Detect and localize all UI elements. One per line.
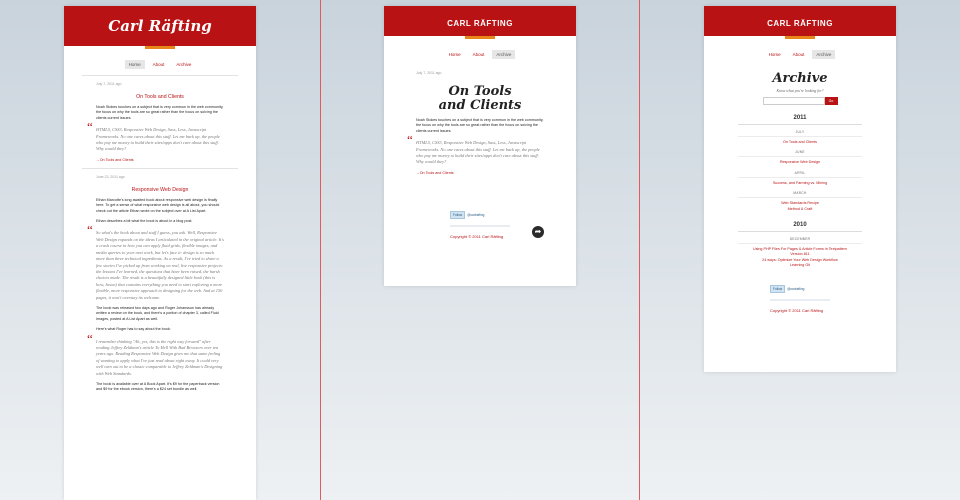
month-divider	[738, 136, 862, 137]
frame-divider	[639, 0, 640, 500]
nav-home[interactable]: Home	[765, 50, 785, 59]
site-title[interactable]: Carl Räfting	[64, 6, 256, 46]
site-title[interactable]: Carl Räfting	[704, 6, 896, 50]
archive-post-link[interactable]: Method & Craft	[704, 207, 896, 212]
archive-post-link[interactable]: Success, and Farming vs. Mining	[704, 181, 896, 186]
share-icon[interactable]: ➦	[532, 226, 544, 238]
twitter-handle[interactable]: @carlrafting	[787, 287, 804, 291]
post-quote: “I remember thinking "Ah, yes, this is t…	[87, 331, 224, 377]
archive-page: Carl Räfting Home About Archive Archive …	[704, 6, 896, 372]
copyright: Copyright © 2011 Carl Räfting	[770, 307, 824, 313]
archive-post-link[interactable]: On Tools and Clients	[704, 140, 896, 145]
post-body: The book was released two days ago and R…	[96, 305, 219, 321]
site-header: Carl Räfting	[704, 6, 896, 39]
twitter-follow-button[interactable]: Follow	[770, 284, 786, 293]
search-go-button[interactable]: Go	[824, 97, 838, 105]
quote-mark-icon: “	[407, 132, 413, 148]
post-source-link[interactable]: →On Tools and Clients	[96, 158, 224, 162]
archive-month: April	[794, 170, 806, 175]
post-title-line: On Tools	[448, 84, 512, 99]
header-accent	[145, 46, 175, 49]
post-body: Here's what Roger has to say about the b…	[96, 327, 171, 332]
quote-mark-icon: “	[87, 119, 93, 135]
year-divider	[738, 124, 862, 125]
nav-archive[interactable]: Archive	[812, 50, 836, 59]
month-divider	[738, 243, 862, 245]
nav-home[interactable]: Home	[124, 60, 145, 69]
nav-about[interactable]: About	[789, 50, 809, 59]
post-date: July 7, 2011 ago	[416, 71, 442, 75]
post-quote: “HTML5, CSS3, Responsive Web Design, Sas…	[87, 120, 224, 153]
quote-mark-icon: “	[87, 222, 93, 238]
twitter-follow: Follow @carlrafting	[770, 284, 896, 293]
article-page: Carl Räfting Home About Archive July 7, …	[384, 6, 576, 286]
month-divider	[738, 156, 862, 158]
footer-divider	[450, 224, 510, 227]
search-form: Go	[704, 97, 896, 105]
nav-home[interactable]: Home	[445, 50, 465, 59]
post-body: Noah Stokes touches on a subject that is…	[96, 105, 224, 120]
archive-post-link[interactable]: Responsive Web Design	[704, 160, 896, 165]
twitter-follow-button[interactable]: Follow	[450, 210, 466, 219]
main-nav: Home About Archive	[64, 60, 256, 69]
footer-divider	[770, 298, 830, 301]
twitter-handle[interactable]: @carlrafting	[467, 213, 484, 217]
copyright: Copyright © 2011 Carl Räfting	[450, 233, 504, 239]
quote-text: So what's the book about and stuff I gue…	[96, 230, 224, 300]
archive-title: Archive	[772, 71, 828, 86]
main-nav: Home About Archive	[704, 50, 896, 59]
post-body: Ethan Marcotte's long awaited book about…	[96, 197, 220, 213]
site-header: Carl Räfting	[384, 6, 576, 39]
header-accent	[465, 36, 495, 39]
frame-divider	[320, 0, 321, 500]
archive-list: 2011 July On Tools and Clients June Responsi…	[704, 115, 896, 269]
nav-divider	[82, 75, 238, 76]
archive-year: 2010	[793, 222, 807, 229]
archive-post-link[interactable]: Learning Git	[704, 263, 896, 268]
post-date: July 7, 2011 ago	[96, 82, 122, 86]
site-header: Carl Räfting	[64, 6, 256, 49]
month-divider	[738, 197, 862, 199]
post-body: Ethan describes a bit what the book is a…	[96, 219, 193, 224]
nav-archive[interactable]: Archive	[172, 60, 195, 69]
post-title-line: and Clients	[438, 98, 522, 113]
twitter-follow: Follow @carlrafting	[450, 210, 576, 219]
archive-subtitle: Know what you're looking for?	[776, 89, 824, 93]
quote-text: I remember thinking "Ah, yes, this is th…	[96, 338, 223, 376]
post-divider	[82, 167, 238, 169]
post-date: June 23, 2011 ago	[96, 174, 125, 179]
quote-text: HTML5, CSS3, Responsive Web Design, Sass…	[96, 127, 220, 152]
archive-month: July	[795, 130, 805, 134]
blog-home-page: Carl Räfting Home About Archive July 7, …	[64, 6, 256, 500]
post-quote: “So what's the book about and stuff I gu…	[87, 223, 224, 300]
post-body: Noah Stokes touches on a subject that is…	[416, 118, 544, 133]
post-title-large: On Tools and Clients	[384, 85, 576, 113]
main-nav: Home About Archive	[384, 50, 576, 59]
search-input[interactable]	[762, 97, 825, 105]
archive-month: December	[789, 237, 811, 242]
post-title[interactable]: Responsive Web Design	[64, 187, 256, 193]
archive-month: March	[793, 191, 807, 196]
archive-month: June	[795, 150, 805, 155]
nav-archive[interactable]: Archive	[492, 50, 516, 59]
site-title[interactable]: Carl Räfting	[384, 6, 576, 50]
nav-about[interactable]: About	[149, 60, 169, 69]
header-accent	[785, 36, 815, 39]
month-divider	[738, 176, 862, 178]
quote-text: HTML5, CSS3, Responsive Web Design, Sass…	[416, 140, 540, 165]
archive-year: 2011	[793, 115, 807, 121]
nav-about[interactable]: About	[469, 50, 489, 59]
post-body: The book is available over at A Book Apa…	[96, 382, 220, 392]
year-divider	[738, 231, 862, 233]
post-title[interactable]: On Tools and Clients	[64, 94, 256, 100]
post-quote: “HTML5, CSS3, Responsive Web Design, Sas…	[407, 133, 544, 166]
quote-mark-icon: “	[87, 330, 93, 346]
